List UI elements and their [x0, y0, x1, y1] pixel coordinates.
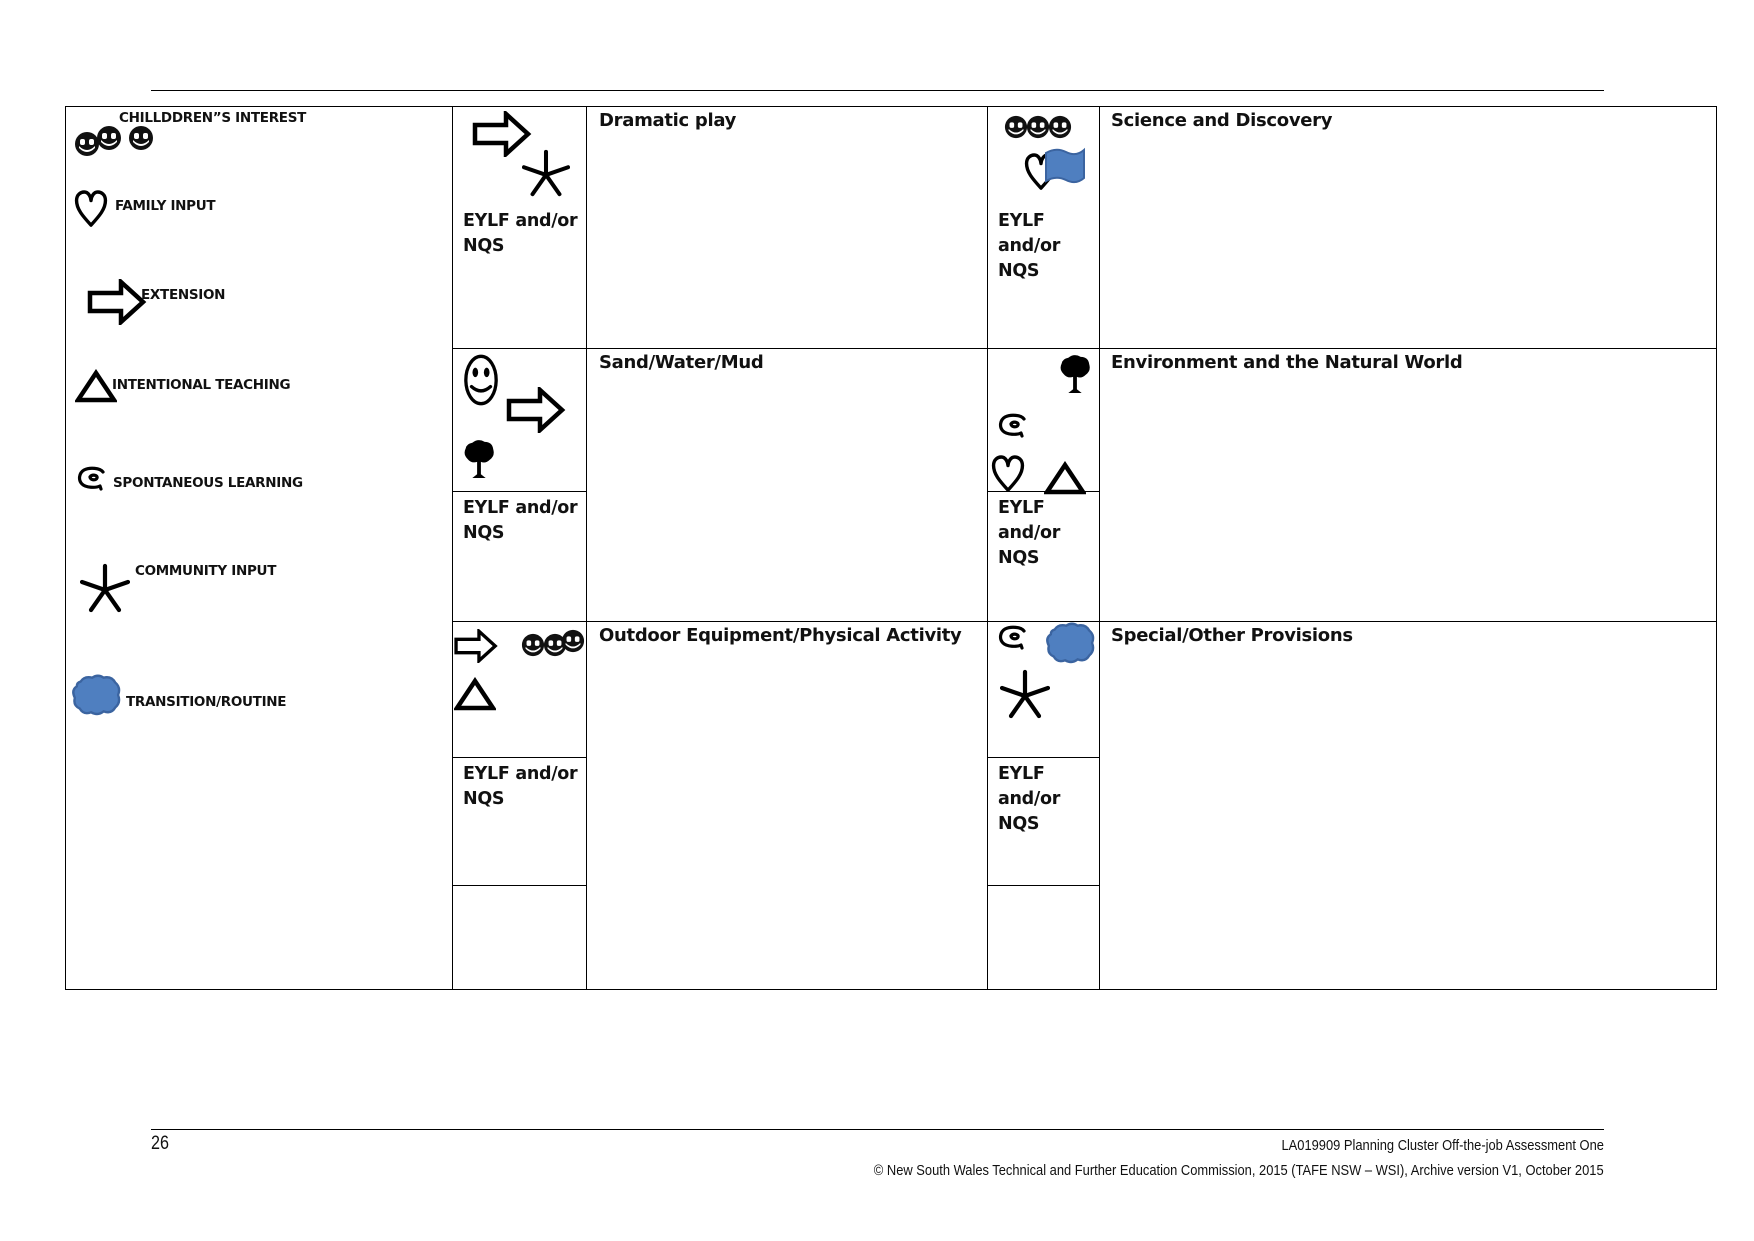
- transition-routine-icon: [71, 673, 121, 717]
- area-notes-special-provisions[interactable]: [1100, 652, 1716, 989]
- subrow-divider: [987, 885, 1099, 886]
- children-interest-icon: [521, 629, 587, 659]
- area-notes-science-discovery[interactable]: [1100, 137, 1716, 348]
- header-rule: [151, 90, 1604, 91]
- column-divider: [452, 107, 453, 989]
- spontaneous-learning-icon: [76, 465, 108, 491]
- legend-label-community-input: COMMUNITY INPUT: [135, 563, 277, 579]
- area-notes-sand-water-mud[interactable]: [587, 379, 987, 621]
- spontaneous-learning-icon: [997, 412, 1029, 438]
- flag-icon: [1042, 145, 1086, 185]
- eylf-nqs-label: EYLF and/or NQS: [463, 764, 578, 809]
- subrow-divider: [452, 757, 586, 758]
- eylf-nqs-label: EYLF and/or NQS: [998, 498, 1061, 568]
- tree-icon: [1058, 354, 1092, 394]
- legend-label-family-input: FAMILY INPUT: [115, 198, 216, 214]
- eylf-nqs-label: EYLF and/or NQS: [998, 764, 1061, 834]
- area-title-environment-natural-world: Environment and the Natural World: [1111, 352, 1463, 373]
- area-notes-environment-natural-world[interactable]: [1100, 379, 1716, 621]
- area-title-dramatic-play: Dramatic play: [599, 110, 737, 131]
- area-notes-dramatic-play[interactable]: [587, 137, 987, 348]
- footer-copyright: © New South Wales Technical and Further …: [874, 1162, 1604, 1179]
- intentional-teaching-icon: [454, 677, 496, 711]
- family-input-icon: [74, 189, 108, 229]
- area-title-special-provisions: Special/Other Provisions: [1111, 625, 1353, 646]
- legend-label-transition-routine: TRANSITION/ROUTINE: [126, 694, 287, 710]
- column-divider: [987, 107, 988, 989]
- footer-rule: [151, 1129, 1604, 1130]
- eylf-nqs-label: EYLF and/or NQS: [463, 498, 578, 543]
- planning-table: CHILLDDREN”S INTEREST FAMILY INPUT EXTEN…: [65, 106, 1717, 990]
- family-input-icon: [991, 453, 1025, 495]
- area-title-science-discovery: Science and Discovery: [1111, 110, 1333, 131]
- spontaneous-learning-icon: [997, 624, 1029, 650]
- legend-label-extension: EXTENSION: [141, 287, 226, 303]
- tree-icon: [462, 439, 496, 479]
- subrow-divider: [452, 885, 586, 886]
- subrow-divider: [452, 491, 586, 492]
- transition-routine-icon: [1045, 621, 1095, 665]
- intentional-teaching-icon: [1044, 461, 1086, 495]
- legend-label-intentional-teaching: INTENTIONAL TEACHING: [112, 377, 291, 393]
- intentional-teaching-icon: [75, 369, 117, 403]
- area-notes-outdoor-equipment[interactable]: [587, 652, 987, 989]
- extension-icon: [86, 279, 148, 325]
- extension-icon: [453, 629, 499, 663]
- smiley-icon: [463, 353, 499, 407]
- eylf-nqs-label: EYLF and/or NQS: [998, 211, 1061, 281]
- community-input-icon: [80, 563, 130, 613]
- children-interest-icon: [1004, 115, 1074, 141]
- subrow-divider: [987, 757, 1099, 758]
- footer-course-title: LA019909 Planning Cluster Off-the-job As…: [1281, 1137, 1604, 1154]
- community-input-icon: [522, 149, 570, 197]
- legend-label-children-interest: CHILLDDREN”S INTEREST: [119, 110, 307, 126]
- children-interest-icon: [74, 125, 164, 159]
- area-title-sand-water-mud: Sand/Water/Mud: [599, 352, 764, 373]
- community-input-icon: [1000, 669, 1050, 719]
- area-title-outdoor-equipment: Outdoor Equipment/Physical Activity: [599, 625, 962, 646]
- page-number: 26: [151, 1133, 169, 1154]
- extension-icon: [506, 387, 566, 433]
- row-divider: [452, 348, 1716, 349]
- eylf-nqs-label: EYLF and/or NQS: [463, 211, 578, 256]
- legend-label-spontaneous-learning: SPONTANEOUS LEARNING: [113, 475, 303, 491]
